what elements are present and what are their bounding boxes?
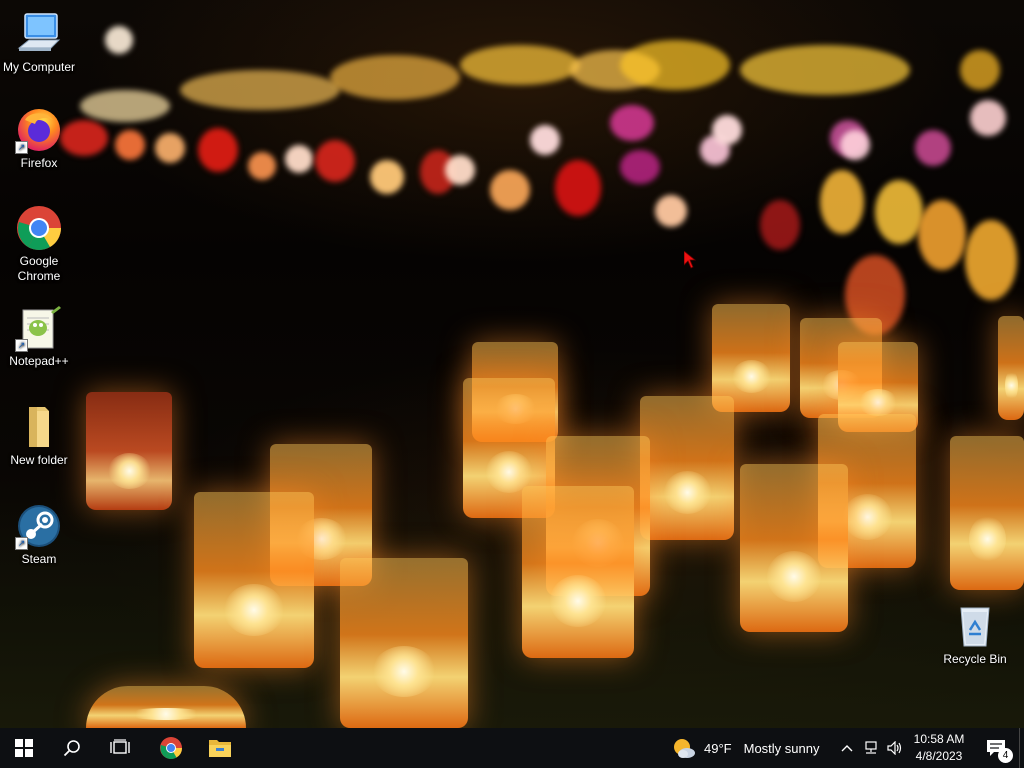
notification-count-badge: 4 xyxy=(998,748,1013,763)
desktop-icon-recycle-bin[interactable]: Recycle Bin xyxy=(937,602,1013,667)
desktop-icon-new-folder[interactable]: New folder xyxy=(1,403,77,468)
clock-date: 4/8/2023 xyxy=(915,749,963,763)
chevron-up-icon xyxy=(841,745,853,752)
network-icon xyxy=(865,741,877,754)
desktop-icon-label: Firefox xyxy=(20,156,58,170)
start-button[interactable] xyxy=(0,728,48,768)
desktop-icon-label: Recycle Bin xyxy=(943,652,1007,666)
taskbar-chrome-button[interactable] xyxy=(147,728,195,768)
clock-time: 10:58 AM xyxy=(913,732,965,746)
chrome-icon xyxy=(15,204,63,252)
desktop-icon-label: Steam xyxy=(21,552,57,566)
firefox-icon: ↗ xyxy=(15,106,63,154)
chrome-icon xyxy=(160,737,182,759)
desktop-icon-label: New folder xyxy=(10,453,68,467)
desktop-icon-label: My Computer xyxy=(2,60,76,74)
shortcut-arrow-icon: ↗ xyxy=(15,339,28,352)
steam-icon: ↗ xyxy=(15,502,63,550)
folder-icon xyxy=(15,403,63,451)
computer-icon xyxy=(15,10,63,58)
file-explorer-icon xyxy=(209,740,231,757)
desktop-icon-google-chrome[interactable]: Google Chrome xyxy=(1,204,77,284)
clock[interactable]: 10:58 AM 4/8/2023 xyxy=(908,731,970,765)
action-center-button[interactable]: 4 xyxy=(976,728,1016,768)
taskbar-file-explorer-button[interactable] xyxy=(196,728,244,768)
weather-condition: Mostly sunny xyxy=(743,740,820,756)
weather-widget[interactable]: 49°F Mostly sunny xyxy=(672,728,832,768)
desktop-icon-steam[interactable]: ↗ Steam xyxy=(1,502,77,567)
desktop-icon-my-computer[interactable]: My Computer xyxy=(1,10,77,75)
mouse-cursor-icon xyxy=(683,250,697,274)
recycle-bin-icon xyxy=(951,602,999,650)
network-button[interactable] xyxy=(860,728,882,768)
taskbar: 49°F Mostly sunny 10:58 AM 4/8/2023 4 xyxy=(0,728,1024,768)
volume-button[interactable] xyxy=(884,728,906,768)
desktop-icon-label: Google Chrome xyxy=(17,254,61,283)
show-hidden-icons-button[interactable] xyxy=(836,728,858,768)
windows-start-icon xyxy=(15,739,33,757)
desktop-icon-firefox[interactable]: ↗ Firefox xyxy=(1,106,77,171)
task-view-button[interactable] xyxy=(96,728,144,768)
partly-sunny-icon xyxy=(674,739,695,758)
shortcut-arrow-icon: ↗ xyxy=(15,141,28,154)
desktop-wallpaper xyxy=(0,0,1024,728)
task-view-icon xyxy=(110,739,130,754)
desktop-icon-label: Notepad++ xyxy=(9,354,69,368)
desktop-icon-notepadpp[interactable]: ↗ Notepad++ xyxy=(1,304,77,369)
weather-temperature: 49°F xyxy=(704,740,732,756)
search-button[interactable] xyxy=(48,728,96,768)
show-desktop-button[interactable] xyxy=(1019,728,1024,768)
search-icon xyxy=(63,740,80,757)
shortcut-arrow-icon: ↗ xyxy=(15,537,28,550)
notepadpp-icon: ↗ xyxy=(15,304,63,352)
volume-icon xyxy=(887,741,902,755)
